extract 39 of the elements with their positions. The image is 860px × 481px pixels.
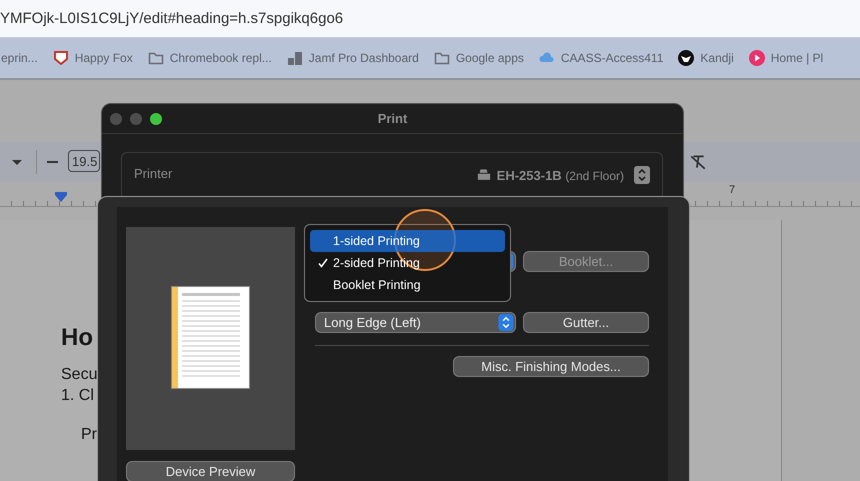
- window-title: Print: [376, 111, 408, 126]
- zoom-button[interactable]: [150, 112, 162, 124]
- bookmark[interactable]: Kandji: [678, 50, 734, 66]
- document-text: Secu: [61, 365, 98, 385]
- caret-icon[interactable]: [12, 160, 22, 165]
- shield-icon: [52, 50, 69, 66]
- device-preview-button[interactable]: Device Preview: [126, 461, 295, 481]
- ruler-number: 7: [729, 184, 736, 196]
- bookmark[interactable]: Happy Fox: [52, 50, 133, 66]
- document-text: Pr: [81, 426, 97, 444]
- clear-formatting-icon[interactable]: [689, 153, 707, 171]
- printer-name[interactable]: EH-253-1B (2nd Floor): [496, 168, 624, 182]
- stepper-icon[interactable]: [498, 314, 514, 331]
- menu-item[interactable]: Booklet Printing: [310, 274, 505, 296]
- menu-item[interactable]: 1-sided Printing: [310, 230, 505, 252]
- indent-marker-icon[interactable]: [55, 192, 67, 202]
- page-thumbnail-icon: [171, 286, 250, 389]
- document-text: 1. Cl: [61, 386, 94, 406]
- bookmark[interactable]: Jamf Pro Dashboard: [286, 50, 419, 66]
- misc-finishing-button[interactable]: Misc. Finishing Modes...: [453, 356, 649, 377]
- printer-label: Printer: [134, 166, 172, 181]
- folder-icon: [148, 50, 164, 66]
- printer-icon: [476, 168, 491, 182]
- bookmark[interactable]: eprin...: [1, 51, 38, 65]
- folder-icon: [434, 50, 450, 66]
- gutter-button[interactable]: Gutter...: [523, 312, 649, 333]
- checkmark-icon: [318, 258, 328, 268]
- bookmark[interactable]: Google apps: [434, 50, 524, 66]
- font-size-field[interactable]: 19.5: [68, 150, 100, 172]
- document-text: Ho: [61, 324, 93, 352]
- booklet-button[interactable]: Booklet...: [523, 251, 649, 272]
- play-icon: [748, 50, 765, 66]
- stepper-icon[interactable]: [634, 166, 650, 184]
- bookmark[interactable]: Home | Pl: [748, 50, 824, 66]
- bookmark[interactable]: Chromebook repl...: [148, 50, 272, 66]
- bookmark[interactable]: CAASS-Access411: [538, 50, 664, 66]
- blocks-icon: [286, 50, 303, 66]
- address-text[interactable]: YMFOjk-L0IS1C9LjY/edit#heading=h.s7spgikq6go6: [0, 10, 344, 27]
- binding-popup[interactable]: Long Edge (Left): [315, 312, 516, 333]
